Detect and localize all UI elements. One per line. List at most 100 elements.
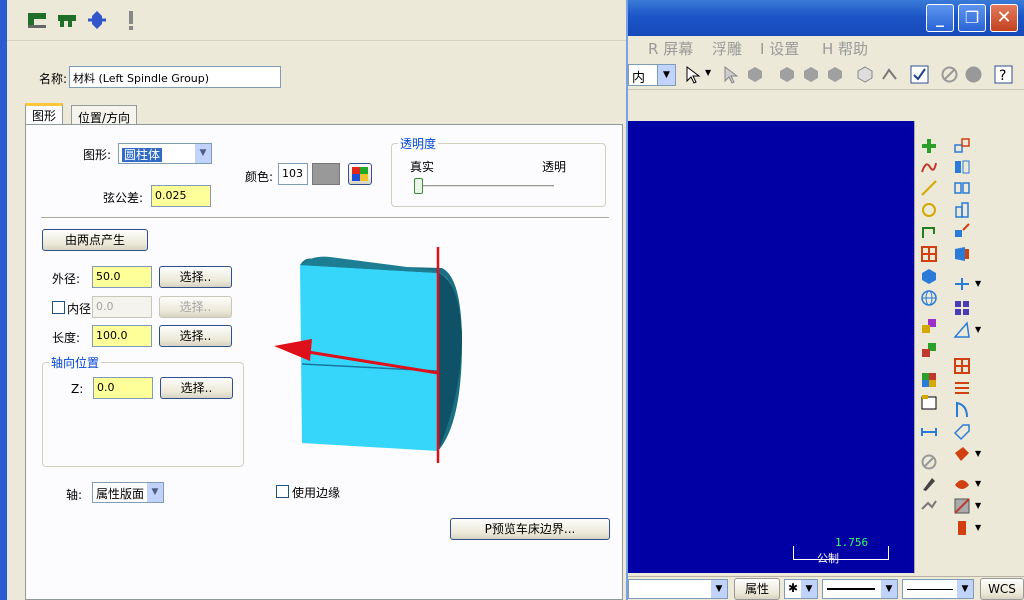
use-edge-label: 使用边缘 xyxy=(292,486,341,500)
transparency-slider-track[interactable] xyxy=(414,185,554,188)
chevron-down-icon[interactable]: ▼ xyxy=(957,580,973,598)
layers-icon[interactable] xyxy=(920,341,938,359)
preview-lathe-boundary-button[interactable]: P预览车床边界... xyxy=(450,518,610,540)
arrow-gray-icon[interactable] xyxy=(722,65,741,84)
tool-icon[interactable] xyxy=(953,445,971,463)
chevron-down-icon[interactable]: ▼ xyxy=(194,144,211,163)
surface-icon[interactable] xyxy=(953,475,971,493)
wcs-button[interactable]: WCS xyxy=(980,578,1024,600)
main-toolbar: ▼ ? xyxy=(628,60,1024,90)
lines-icon[interactable] xyxy=(953,379,971,397)
inner-diameter-field[interactable]: 0.0 xyxy=(92,296,152,318)
block-icon[interactable] xyxy=(953,497,971,515)
grid4-icon[interactable] xyxy=(953,299,971,317)
graphics-viewport[interactable]: 1.756 公制 xyxy=(628,121,914,573)
chevron-down-icon[interactable]: ▼ xyxy=(881,580,897,598)
shape-icon[interactable] xyxy=(953,245,971,263)
help-icon[interactable]: ? xyxy=(994,65,1013,84)
outer-diameter-field[interactable]: 50.0 xyxy=(92,266,152,288)
mirror-icon[interactable] xyxy=(953,158,971,176)
axis-select[interactable]: 属性版面 ▼ xyxy=(92,482,164,503)
chevron-down-icon[interactable]: ▼ xyxy=(711,580,727,598)
chain-icon[interactable] xyxy=(920,497,938,515)
chevron-down-icon[interactable]: ▼ xyxy=(801,580,817,598)
restore-button[interactable]: ❐ xyxy=(958,4,986,32)
sphere-icon[interactable] xyxy=(964,65,983,84)
menu-help[interactable]: H 帮助 xyxy=(822,38,868,59)
minimize-button[interactable]: _ xyxy=(926,4,954,32)
z-field[interactable]: 0.0 xyxy=(93,377,153,399)
layer-grid-icon[interactable] xyxy=(920,393,938,411)
lathe-icon[interactable] xyxy=(953,519,971,537)
solid-cube-icon[interactable] xyxy=(920,267,938,285)
warning-icon[interactable] xyxy=(120,9,142,31)
hex-gray-icon[interactable] xyxy=(826,65,845,84)
line-style-combo[interactable]: ▼ xyxy=(822,579,898,599)
menu-screen[interactable]: R 屏幕 xyxy=(648,38,693,59)
plus-icon[interactable] xyxy=(920,137,938,155)
chevron-down-icon[interactable]: ▼ xyxy=(975,449,981,458)
name-field[interactable]: 材料 (Left Spindle Group) xyxy=(69,66,281,88)
no-entry-icon[interactable] xyxy=(920,453,938,471)
length-field[interactable]: 100.0 xyxy=(92,325,152,347)
palette-icon[interactable] xyxy=(920,371,938,389)
circle-icon[interactable] xyxy=(920,201,938,219)
line-width-combo[interactable]: ▼ xyxy=(902,579,974,599)
stack-icon[interactable] xyxy=(953,201,971,219)
color-picker-button[interactable] xyxy=(348,163,372,185)
no-entry-icon[interactable] xyxy=(940,65,959,84)
chevron-down-icon[interactable]: ▼ xyxy=(146,483,163,502)
polyline-icon[interactable] xyxy=(920,222,938,240)
fold-icon[interactable] xyxy=(880,65,899,84)
align-icon[interactable] xyxy=(953,179,971,197)
use-edge-checkbox[interactable] xyxy=(276,485,289,498)
move-icon[interactable] xyxy=(953,222,971,240)
chevron-down-icon[interactable]: ▼ xyxy=(975,325,981,334)
chevron-down-icon[interactable]: ▼ xyxy=(975,479,981,488)
shape-select[interactable]: 圆柱体 ▼ xyxy=(118,143,212,164)
chord-tolerance-field[interactable]: 0.025 xyxy=(151,185,211,207)
status-combo[interactable]: ▼ xyxy=(628,579,728,599)
hex-gray-icon[interactable] xyxy=(778,65,797,84)
hex-gray-icon[interactable] xyxy=(746,65,765,84)
chevron-down-icon[interactable]: ▼ xyxy=(657,65,675,85)
outer-diameter-select-button[interactable]: 选择.. xyxy=(159,266,232,288)
menu-relief[interactable]: 浮雕 xyxy=(712,38,742,59)
attributes-button[interactable]: 属性 xyxy=(734,578,780,600)
inner-diameter-select-button[interactable]: 选择.. xyxy=(159,296,232,318)
transparency-slider-thumb[interactable] xyxy=(414,178,423,194)
curve-icon[interactable] xyxy=(920,158,938,176)
pen-icon[interactable] xyxy=(920,475,938,493)
point-style-combo[interactable]: ✱ ▼ xyxy=(784,579,818,599)
tag-icon[interactable] xyxy=(953,423,971,441)
arc-icon[interactable] xyxy=(953,401,971,419)
measure-icon[interactable] xyxy=(920,423,938,441)
globe-icon[interactable] xyxy=(920,289,938,307)
grid-icon[interactable] xyxy=(920,245,938,263)
menu-settings[interactable]: I 设置 xyxy=(760,38,799,59)
layers-icon[interactable] xyxy=(920,317,938,335)
view-combo[interactable]: 内 ▼ xyxy=(628,64,676,86)
cube-icon[interactable] xyxy=(856,65,875,84)
close-button[interactable]: ✕ xyxy=(990,4,1018,32)
select-arrow-icon[interactable] xyxy=(684,65,703,84)
chuck-icon[interactable] xyxy=(56,9,78,31)
checkmark-icon[interactable] xyxy=(910,65,929,84)
hatch-icon[interactable] xyxy=(953,357,971,375)
name-label: 名称: xyxy=(39,72,68,86)
inner-diameter-checkbox[interactable] xyxy=(52,301,65,314)
chevron-down-icon[interactable]: ▼ xyxy=(975,279,981,288)
angle-icon[interactable] xyxy=(953,321,971,339)
from-two-points-button[interactable]: 由两点产生 xyxy=(42,229,148,251)
chevron-down-icon[interactable]: ▼ xyxy=(975,501,981,510)
line-icon[interactable] xyxy=(920,179,938,197)
chevron-down-icon[interactable]: ▼ xyxy=(975,523,981,532)
tailstock-icon[interactable] xyxy=(86,9,108,31)
transform-icon[interactable] xyxy=(953,137,971,155)
z-select-button[interactable]: 选择.. xyxy=(160,377,233,399)
hex-gray-icon[interactable] xyxy=(802,65,821,84)
stock-setup-icon[interactable] xyxy=(26,9,48,31)
color-field[interactable]: 103 xyxy=(278,163,308,185)
split-icon[interactable] xyxy=(953,275,971,293)
length-select-button[interactable]: 选择.. xyxy=(159,325,232,347)
